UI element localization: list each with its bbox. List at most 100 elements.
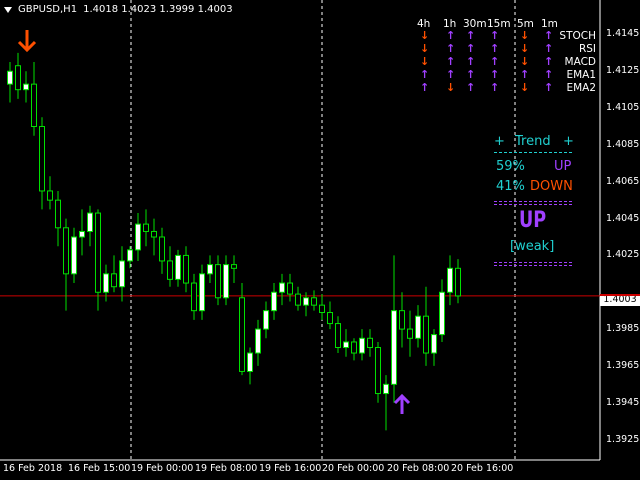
candle-body-bull — [23, 83, 29, 91]
candle-body-bear — [375, 347, 381, 395]
candle-body-bull — [87, 212, 93, 232]
candle — [367, 329, 373, 357]
candle — [415, 305, 421, 348]
candle-body-bear — [423, 315, 429, 354]
candle — [119, 246, 125, 302]
candle-body-bull — [391, 310, 397, 385]
candle-body-bear — [39, 126, 45, 192]
candle-body-bull — [439, 291, 445, 336]
candle — [47, 176, 53, 210]
arrow-up-icon: ↑ — [420, 68, 430, 81]
candle-body-bear — [239, 297, 245, 372]
indicator-label: MACD — [564, 56, 596, 68]
chart-window[interactable]: GBPUSD,H1 1.4018 1.4023 1.3999 1.4003 4h… — [0, 0, 640, 480]
arrow-up-icon: ↑ — [446, 42, 456, 55]
time-tick-label: 20 Feb 00:00 — [322, 463, 385, 474]
arrow-up-icon: ↑ — [466, 81, 476, 94]
candle-body-bull — [343, 341, 349, 349]
trend-separator-mid-1 — [494, 201, 572, 202]
trend-plus-left: + — [494, 134, 505, 149]
trend-title: Trend — [515, 134, 551, 149]
candle-body-bear — [367, 337, 373, 348]
arrow-down-icon: ↓ — [420, 29, 430, 42]
candle-body-bear — [47, 190, 53, 201]
arrow-up-icon: ↑ — [446, 29, 456, 42]
price-tick-label: 1.4145 — [606, 28, 640, 40]
candle — [7, 62, 13, 103]
candle — [239, 283, 245, 376]
trend-separator-mid-2 — [494, 204, 572, 205]
candle-body-bull — [271, 291, 277, 312]
trend-strength: [weak] — [510, 239, 555, 254]
candle — [255, 319, 261, 366]
candle-body-bear — [15, 65, 21, 91]
price-tick-label: 1.4065 — [606, 175, 640, 187]
candle — [159, 227, 165, 274]
candle — [55, 190, 61, 247]
arrow-up-icon: ↑ — [420, 81, 430, 94]
candle-body-bull — [279, 282, 285, 293]
candle — [263, 301, 269, 339]
candle-body-bear — [335, 323, 341, 348]
symbol-header: GBPUSD,H1 1.4018 1.4023 1.3999 1.4003 — [4, 4, 233, 15]
candle-body-bear — [55, 199, 61, 229]
candle — [223, 255, 229, 306]
arrow-down-icon: ↓ — [420, 55, 430, 68]
candle-body-bull — [247, 352, 253, 372]
candle — [127, 246, 133, 269]
candle-body-bear — [295, 293, 301, 306]
arrow-up-icon: ↑ — [466, 29, 476, 42]
candle-body-bear — [311, 297, 317, 306]
price-tick-label: 1.4025 — [606, 249, 640, 261]
candle — [207, 255, 213, 284]
candle-body-bull — [223, 264, 229, 299]
buy-signal-arrow-icon — [393, 393, 411, 414]
arrow-up-icon: ↑ — [490, 42, 500, 55]
candle — [183, 246, 189, 293]
candle-body-bull — [199, 273, 205, 312]
candle-body-bear — [351, 341, 357, 354]
candle-body-bull — [7, 70, 13, 85]
candle-body-bear — [167, 260, 173, 280]
candle — [431, 329, 437, 366]
indicator-label: EMA2 — [566, 82, 596, 94]
arrow-up-icon: ↑ — [446, 55, 456, 68]
arrow-up-icon: ↑ — [466, 68, 476, 81]
arrow-down-icon: ↓ — [420, 42, 430, 55]
candle-body-bear — [455, 267, 461, 297]
candle-body-bear — [327, 312, 333, 325]
arrow-up-icon: ↑ — [466, 55, 476, 68]
arrow-up-icon: ↑ — [446, 68, 456, 81]
price-tick-label: 1.4125 — [606, 65, 640, 77]
candle-body-bull — [255, 328, 261, 354]
candle — [295, 286, 301, 311]
arrow-down-icon: ↓ — [446, 81, 456, 94]
collapse-triangle-icon[interactable] — [4, 6, 12, 13]
arrow-up-icon: ↑ — [490, 68, 500, 81]
candle — [191, 273, 197, 320]
candle-body-bear — [143, 223, 149, 232]
candle-body-bull — [415, 315, 421, 339]
candle — [383, 375, 389, 431]
candle — [247, 347, 253, 385]
candle — [375, 341, 381, 403]
candle — [399, 292, 405, 348]
price-tick-label: 1.4105 — [606, 102, 640, 114]
candle-body-bear — [63, 227, 69, 275]
arrow-down-icon: ↓ — [520, 81, 530, 94]
arrow-up-icon: ↑ — [544, 55, 554, 68]
time-tick-label: 20 Feb 16:00 — [451, 463, 514, 474]
down-percent: 41% — [496, 179, 525, 194]
ohlc-readout: 1.4018 1.4023 1.3999 1.4003 — [83, 4, 233, 15]
candle — [135, 213, 141, 261]
candle-body-bull — [79, 230, 85, 238]
candle — [343, 329, 349, 357]
candle — [327, 301, 333, 330]
candle-body-bull — [303, 297, 309, 306]
arrow-down-icon: ↓ — [520, 42, 530, 55]
candle — [15, 52, 21, 99]
time-tick-label: 19 Feb 08:00 — [195, 463, 258, 474]
candle-body-bear — [191, 282, 197, 312]
price-tick-label: 1.3925 — [606, 433, 640, 445]
candle-body-bear — [319, 304, 325, 314]
